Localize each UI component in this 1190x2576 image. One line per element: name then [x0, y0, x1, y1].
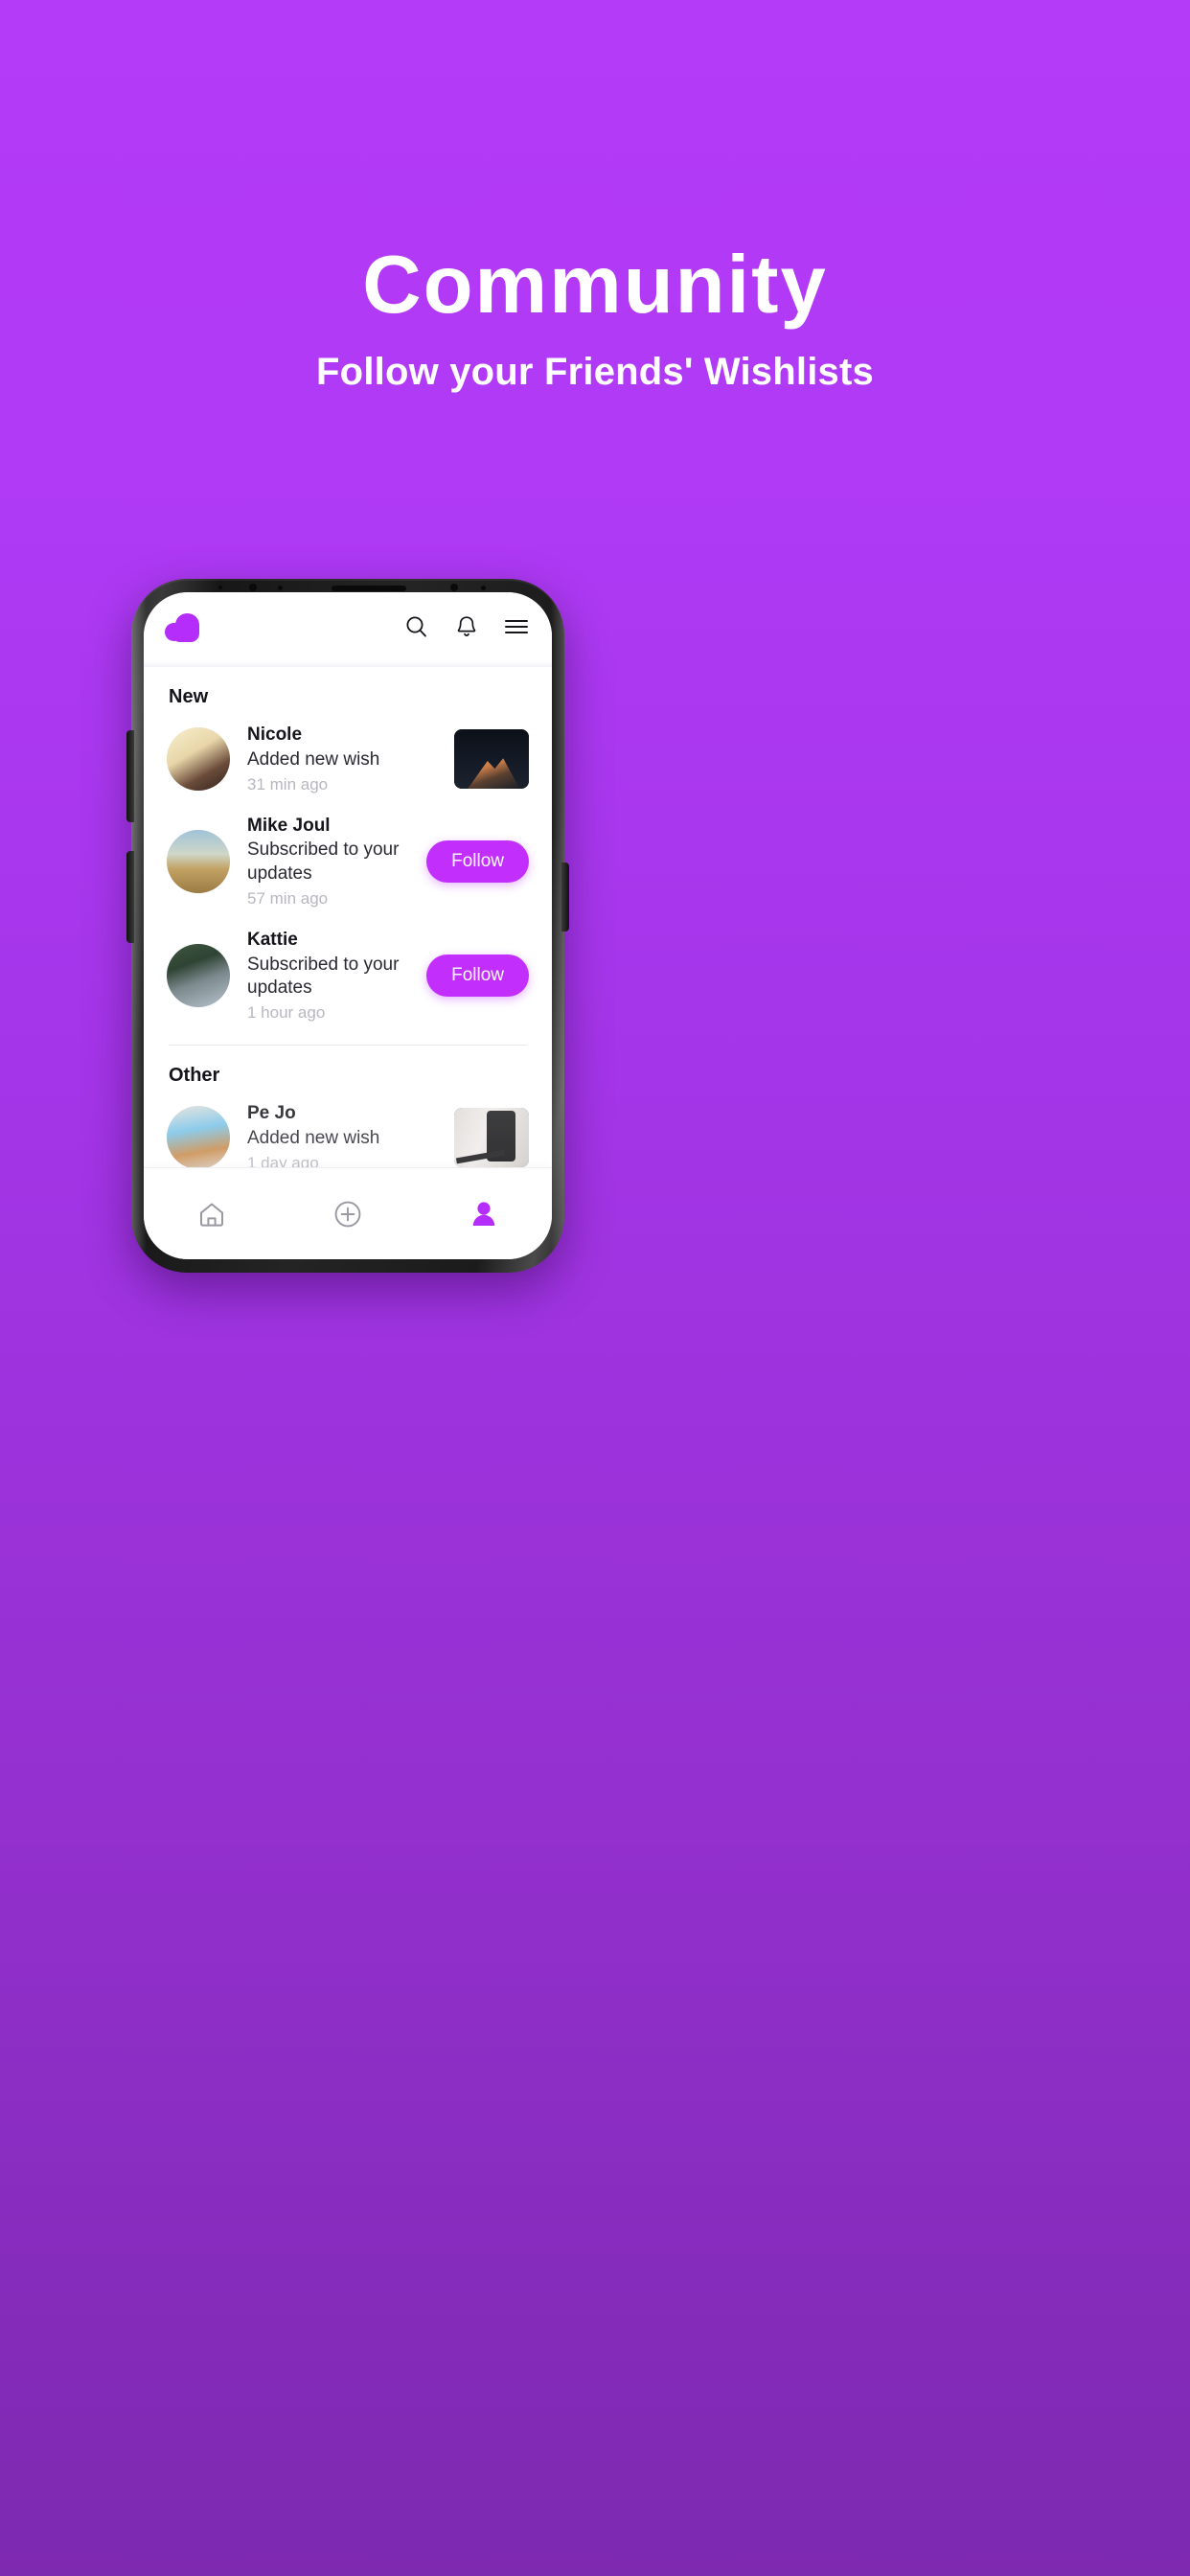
sensor-dot-icon [218, 586, 222, 589]
profile-icon[interactable] [450, 1187, 517, 1241]
list-item-time: 31 min ago [247, 774, 329, 794]
follow-button[interactable]: Follow [426, 840, 529, 884]
table-row[interactable]: Mike Joul Subscribed to your updates 57 … [167, 805, 529, 919]
avatar[interactable] [167, 944, 230, 1008]
avatar[interactable] [167, 830, 230, 894]
wish-thumbnail[interactable] [454, 1108, 529, 1168]
app-bar [144, 592, 552, 661]
list-item-name: Kattie [247, 929, 298, 950]
volume-down-button[interactable] [126, 851, 134, 943]
bell-icon[interactable] [452, 612, 481, 641]
section-title-other: Other [169, 1064, 220, 1086]
list-item-name: Pe Jo [247, 1102, 296, 1123]
wishlist-heart-logo[interactable] [165, 611, 199, 642]
promo-header: Community Follow your Friends' Wishlists [0, 0, 1190, 394]
list-item-action: Subscribed to your updates [247, 840, 400, 885]
page-subtitle: Follow your Friends' Wishlists [316, 351, 874, 393]
home-icon[interactable] [178, 1187, 245, 1241]
community-feed: New Nicole Added new wish 31 min ago Mik… [144, 667, 552, 1259]
section-title-new: New [169, 686, 209, 707]
sensor-dot-icon [481, 586, 486, 590]
phone-screen: New Nicole Added new wish 31 min ago Mik… [144, 592, 552, 1259]
plus-circle-icon[interactable] [314, 1187, 381, 1241]
front-camera-icon [249, 584, 257, 591]
table-row[interactable]: Kattie Subscribed to your updates 1 hour… [167, 919, 529, 1033]
avatar[interactable] [167, 727, 230, 792]
follow-button[interactable]: Follow [426, 954, 529, 998]
bottom-navigation [144, 1167, 552, 1259]
search-icon[interactable] [402, 612, 431, 641]
sensor-dot-icon [450, 584, 458, 591]
list-item-action: Subscribed to your updates [247, 954, 400, 999]
avatar[interactable] [167, 1106, 230, 1170]
list-item-action: Added new wish [247, 748, 380, 770]
list-item-name: Mike Joul [247, 815, 331, 836]
list-item-action: Added new wish [247, 1127, 380, 1148]
power-button[interactable] [561, 862, 569, 932]
list-item-name: Nicole [247, 724, 303, 745]
list-item-time: 57 min ago [247, 888, 329, 908]
phone-mockup: New Nicole Added new wish 31 min ago Mik… [126, 579, 569, 1273]
volume-up-button[interactable] [126, 730, 134, 822]
earpiece-speaker-icon [332, 586, 406, 591]
wish-thumbnail[interactable] [454, 729, 529, 790]
table-row[interactable]: Nicole Added new wish 31 min ago [167, 714, 529, 805]
list-item-time: 1 hour ago [247, 1002, 326, 1022]
sensor-dot-icon [278, 586, 283, 590]
hamburger-menu-icon[interactable] [502, 612, 531, 641]
page-title: Community [362, 240, 828, 331]
